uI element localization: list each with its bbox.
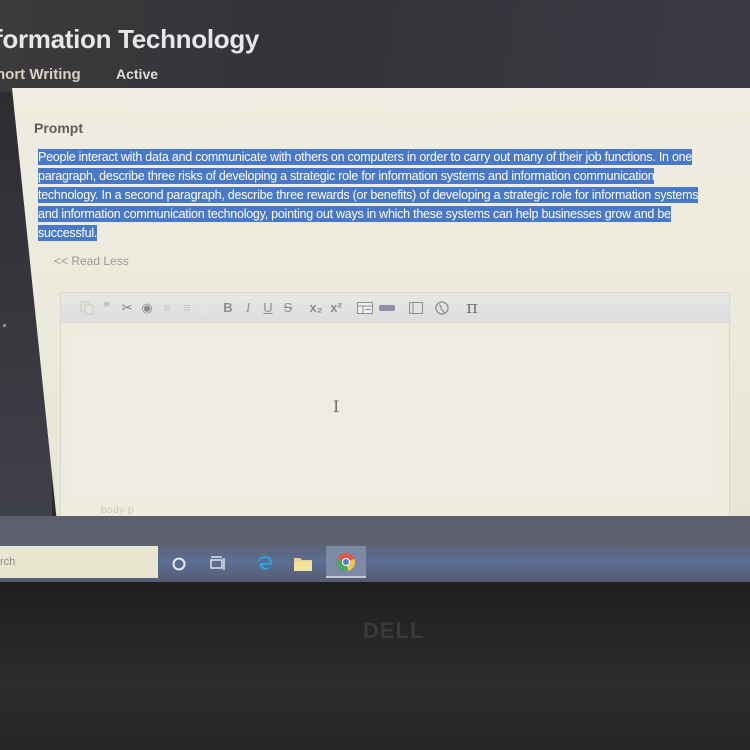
paste-icon (80, 301, 94, 314)
rich-text-editor: ❞ ✂ ◉ ≡ ≡ B I U S x₂ x² π I body p (60, 292, 730, 518)
folder-icon (294, 558, 312, 571)
course-title: formation Technology (0, 24, 260, 54)
activity-type: hort Writing (0, 66, 81, 83)
chrome-icon (336, 553, 356, 572)
underline-button[interactable]: U (258, 297, 278, 319)
strikethrough-button[interactable]: S (278, 297, 298, 319)
cortana-icon (172, 557, 186, 571)
app-header: formation Technology hort Writing Active (0, 0, 750, 92)
prompt-text[interactable]: People interact with data and communicat… (38, 148, 750, 243)
subscript-button[interactable]: x₂ (306, 297, 326, 319)
superscript-button[interactable]: x² (326, 297, 346, 319)
prompt-line: and information communication technology… (38, 206, 671, 222)
blockquote-icon: ❞ (103, 299, 111, 315)
align-center-icon: ≡ (183, 300, 191, 315)
horizontal-rule-button[interactable] (376, 297, 398, 319)
horizontal-rule-icon (379, 304, 395, 311)
file-explorer-button[interactable] (292, 554, 314, 574)
task-view-icon (210, 556, 225, 570)
italic-button[interactable]: I (238, 297, 258, 319)
prompt-line: People interact with data and communicat… (38, 149, 693, 165)
box-icon (409, 301, 423, 314)
align-center-button[interactable]: ≡ (177, 297, 197, 319)
toolbar-divider (207, 297, 208, 318)
task-view-button[interactable] (208, 554, 230, 574)
editor-element-path: body p (101, 505, 135, 516)
edge-button[interactable] (254, 554, 276, 574)
table-icon (357, 301, 373, 314)
record-icon: ◉ (141, 299, 153, 315)
edge-icon (257, 556, 273, 570)
answer-input[interactable] (71, 331, 715, 501)
scissors-icon: ✂ (121, 299, 133, 315)
align-left-button[interactable]: ≡ (157, 297, 177, 319)
chrome-taskbar-slot[interactable] (326, 546, 366, 578)
box-button[interactable] (406, 297, 426, 319)
blockquote-button[interactable]: ❞ (97, 297, 117, 319)
laptop-bezel (0, 582, 750, 750)
prompt-line: technology. In a second paragraph, descr… (38, 187, 699, 203)
bold-button[interactable]: B (218, 297, 238, 319)
math-button[interactable]: π (462, 297, 482, 319)
prompt-line: paragraph, describe three risks of devel… (38, 168, 655, 184)
sidebar-marker (3, 324, 6, 327)
dell-logo: DELL (363, 618, 425, 643)
format-group: B I U S (214, 297, 302, 319)
cortana-button[interactable] (168, 554, 190, 574)
read-less-link[interactable]: << Read Less (54, 254, 129, 268)
taskbar-search-box[interactable]: rch (0, 546, 158, 578)
prompt-line: successful. (38, 225, 98, 241)
editor-toolbar: ❞ ✂ ◉ ≡ ≡ B I U S x₂ x² π (61, 293, 729, 323)
prompt-heading: Prompt (34, 120, 83, 136)
script-group: x₂ x² (302, 297, 350, 319)
windows-taskbar: rch (0, 516, 750, 582)
i-beam-cursor-icon: I (333, 397, 340, 416)
globe-icon (435, 300, 449, 315)
link-button[interactable] (432, 297, 452, 319)
record-button[interactable]: ◉ (137, 297, 157, 319)
cut-button[interactable]: ✂ (117, 297, 137, 319)
insert-group: π (350, 297, 486, 319)
pi-icon: π (466, 297, 478, 318)
clipboard-group: ❞ ✂ ◉ ≡ ≡ (73, 297, 201, 319)
activity-status: Active (116, 66, 159, 82)
align-left-icon: ≡ (163, 300, 171, 315)
paste-button[interactable] (77, 297, 97, 319)
table-button[interactable] (354, 297, 376, 319)
